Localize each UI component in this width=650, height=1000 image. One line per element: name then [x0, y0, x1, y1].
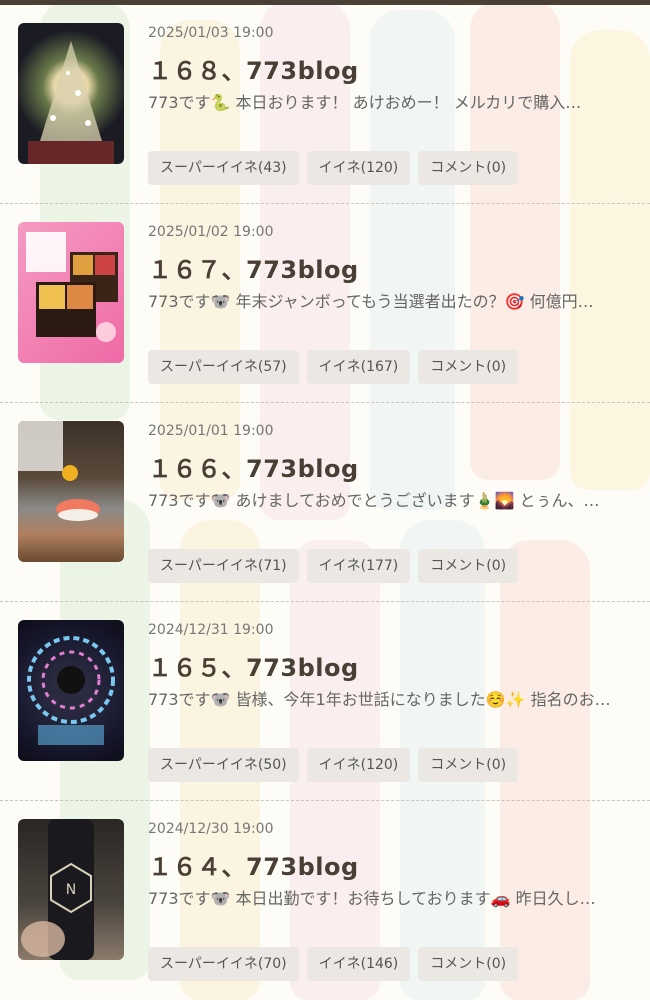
- super-like-button[interactable]: スーパーイイネ(43): [148, 151, 299, 185]
- post-date: 2025/01/03 19:00: [148, 25, 274, 41]
- osechi-icon: [26, 232, 118, 342]
- post-thumbnail[interactable]: N: [18, 819, 124, 960]
- post-thumbnail[interactable]: [18, 421, 124, 562]
- post-title[interactable]: １６８、773blog: [148, 51, 359, 86]
- post-excerpt: 773です🐨 皆様、今年1年お世話になりました☺️✨ 指名のお…: [148, 690, 611, 709]
- post-actions: スーパーイイネ(57) イイネ(167) コメント(0): [148, 350, 519, 384]
- like-button[interactable]: イイネ(177): [306, 549, 411, 583]
- blog-post-item[interactable]: 2024/12/31 19:00 １６５、773blog 773です🐨 皆様、今…: [0, 602, 650, 801]
- post-excerpt: 773です🐨 あけましておめでとうございます🎍🌄 とぅん、…: [148, 491, 600, 510]
- comment-button[interactable]: コメント(0): [418, 151, 519, 185]
- post-thumbnail[interactable]: [18, 222, 124, 363]
- christmas-tree-icon: [28, 41, 114, 164]
- post-actions: スーパーイイネ(50) イイネ(120) コメント(0): [148, 748, 519, 782]
- comment-button[interactable]: コメント(0): [418, 549, 519, 583]
- comment-button[interactable]: コメント(0): [418, 350, 519, 384]
- post-date: 2024/12/30 19:00: [148, 821, 274, 837]
- super-like-button[interactable]: スーパーイイネ(71): [148, 549, 299, 583]
- glass-art-icon: [27, 636, 115, 745]
- comment-button[interactable]: コメント(0): [418, 947, 519, 981]
- super-like-button[interactable]: スーパーイイネ(50): [148, 748, 299, 782]
- post-actions: スーパーイイネ(71) イイネ(177) コメント(0): [148, 549, 519, 583]
- post-title[interactable]: １６７、773blog: [148, 250, 359, 285]
- post-date: 2025/01/02 19:00: [148, 224, 274, 240]
- svg-text:N: N: [66, 882, 76, 898]
- post-title[interactable]: １６６、773blog: [148, 449, 359, 484]
- post-title[interactable]: １６４、773blog: [148, 847, 359, 882]
- comment-button[interactable]: コメント(0): [418, 748, 519, 782]
- blog-post-item[interactable]: 2025/01/01 19:00 １６６、773blog 773です🐨 あけまし…: [0, 403, 650, 602]
- post-actions: スーパーイイネ(70) イイネ(146) コメント(0): [148, 947, 519, 981]
- post-title[interactable]: １６５、773blog: [148, 648, 359, 683]
- blog-post-list: 2025/01/03 19:00 １６８、773blog 773です🐍 本日おり…: [0, 5, 650, 1000]
- top-bar: [0, 0, 650, 5]
- like-button[interactable]: イイネ(146): [306, 947, 411, 981]
- post-excerpt: 773です🐍 本日おります！ あけおめー！ メルカリで購入…: [148, 93, 582, 112]
- post-date: 2025/01/01 19:00: [148, 423, 274, 439]
- post-excerpt: 773です🐨 年末ジャンボってもう当選者出たの？🎯 何億円…: [148, 292, 594, 311]
- post-thumbnail[interactable]: [18, 23, 124, 164]
- post-date: 2024/12/31 19:00: [148, 622, 274, 638]
- super-like-button[interactable]: スーパーイイネ(70): [148, 947, 299, 981]
- post-actions: スーパーイイネ(43) イイネ(120) コメント(0): [148, 151, 519, 185]
- like-button[interactable]: イイネ(120): [306, 748, 411, 782]
- blog-post-item[interactable]: 2025/01/03 19:00 １６８、773blog 773です🐍 本日おり…: [0, 5, 650, 204]
- blog-post-item[interactable]: N 2024/12/30 19:00 １６４、773blog 773です🐨 本日…: [0, 801, 650, 1000]
- blog-post-item[interactable]: 2025/01/02 19:00 １６７、773blog 773です🐨 年末ジャ…: [0, 204, 650, 403]
- sushi-icon: [18, 421, 100, 521]
- like-button[interactable]: イイネ(167): [306, 350, 411, 384]
- like-button[interactable]: イイネ(120): [306, 151, 411, 185]
- super-like-button[interactable]: スーパーイイネ(57): [148, 350, 299, 384]
- post-excerpt: 773です🐨 本日出勤です！お待ちしております🚗 昨日久し…: [148, 889, 596, 908]
- post-thumbnail[interactable]: [18, 620, 124, 761]
- bottle-icon: N: [21, 819, 94, 960]
